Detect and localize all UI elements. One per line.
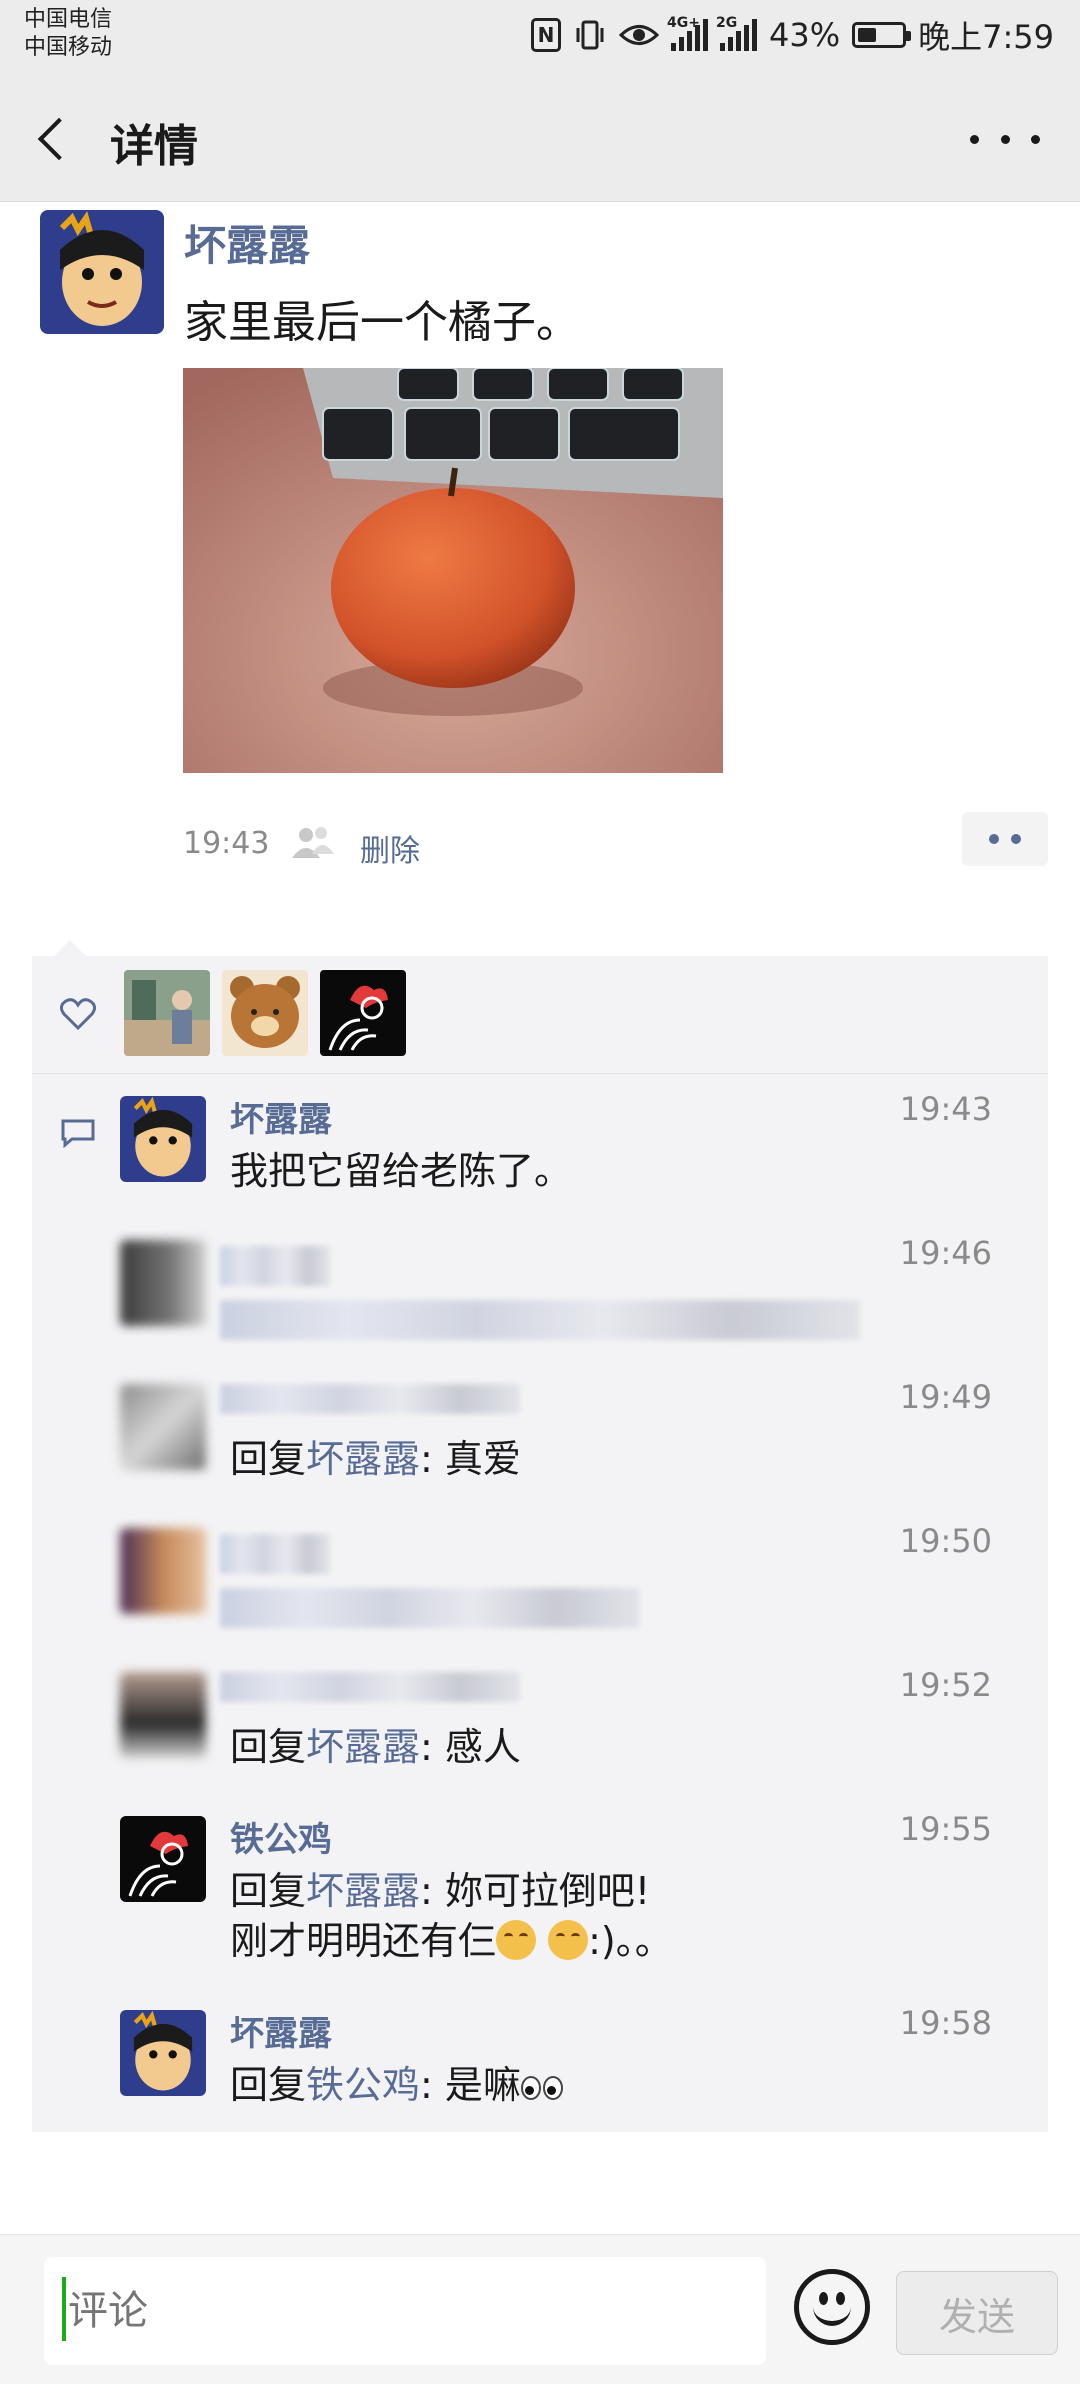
vibrate-icon	[573, 17, 607, 53]
commenter-avatar-blurred[interactable]	[120, 1672, 206, 1758]
battery-percent: 43%	[769, 16, 841, 54]
commenter-name[interactable]: 坏露露	[230, 2006, 332, 2055]
comment-time: 19:46	[899, 1234, 992, 1272]
comment-item-redacted[interactable]: 19:46	[120, 1234, 1020, 1350]
comment-item[interactable]: 19:49 回复坏露露: 真爱	[120, 1378, 1020, 1494]
commenter-avatar-blurred[interactable]	[120, 1528, 206, 1614]
reply-to-name[interactable]: 铁公鸡	[306, 2063, 420, 2107]
carrier-2: 中国移动	[24, 35, 113, 60]
status-bar: 中国电信 中国移动 N 4G+ 2G 43% 晚上7:59	[0, 0, 1080, 74]
eye-comfort-icon	[619, 17, 659, 53]
reply-to-name[interactable]: 坏露露	[306, 1725, 420, 1769]
visibility-friends-icon[interactable]	[290, 824, 336, 860]
blurred-name	[220, 1246, 330, 1286]
commenter-avatar-blurred[interactable]	[120, 1240, 206, 1326]
blurred-name	[220, 1672, 520, 1702]
comment-time: 19:58	[899, 2004, 992, 2042]
post-timestamp: 19:43	[183, 826, 270, 861]
comment-text: 回复坏露露: 妳可拉倒吧! 刚才明明还有仨 :)。。	[230, 1869, 673, 1963]
comment-input[interactable]	[44, 2257, 766, 2365]
blurred-text	[220, 1300, 860, 1340]
like-comment-menu-button[interactable]	[962, 812, 1048, 866]
comment-icon	[60, 1118, 96, 1149]
comment-time: 19:50	[899, 1522, 992, 1560]
blurred-name	[220, 1384, 520, 1414]
page-title: 详情	[110, 121, 198, 172]
post-text: 家里最后一个橘子。	[184, 297, 580, 348]
reply-to-name[interactable]: 坏露露	[306, 1437, 420, 1481]
commenter-avatar[interactable]	[120, 1096, 206, 1182]
smirk-emoji-icon	[496, 1920, 537, 1960]
blurred-text	[220, 1588, 640, 1628]
text-cursor	[62, 2277, 66, 2341]
comment-text: 我把它留给老陈了。	[230, 1149, 573, 1193]
comment-text: 回复坏露露: 真爱	[230, 1437, 521, 1481]
carrier-1: 中国电信	[24, 7, 113, 32]
comment-time: 19:43	[899, 1090, 992, 1128]
comment-item[interactable]: 铁公鸡 19:55 回复坏露露: 妳可拉倒吧! 刚才明明还有仨 :)。。	[120, 1810, 1020, 1976]
smirk-emoji-icon	[548, 1920, 589, 1960]
delete-button[interactable]: 删除	[360, 826, 420, 870]
comment-item[interactable]: 19:52 回复坏露露: 感人	[120, 1666, 1020, 1782]
send-button[interactable]: 发送	[896, 2271, 1058, 2355]
carrier-info: 中国电信 中国移动	[24, 6, 112, 62]
signal-2g-icon: 2G	[716, 15, 757, 51]
commenter-name[interactable]: 铁公鸡	[230, 1812, 332, 1861]
clock: 晚上7:59	[918, 18, 1054, 56]
comment-text: 回复坏露露: 感人	[230, 1725, 521, 1769]
likes-row	[32, 956, 1048, 1074]
post-author-name[interactable]: 坏露露	[184, 212, 310, 273]
status-icons: N 4G+ 2G 43% 晚上7:59	[531, 14, 1054, 56]
comment-time: 19:52	[899, 1666, 992, 1704]
comment-item[interactable]: 坏露露 19:58 回复铁公鸡: 是嘛	[120, 2004, 1020, 2120]
commenter-avatar-blurred[interactable]	[120, 1384, 206, 1470]
comment-input-bar: 发送	[0, 2234, 1080, 2384]
signal-4g-icon: 4G+	[667, 15, 708, 51]
panel-arrow	[54, 940, 86, 956]
back-button[interactable]	[24, 104, 84, 172]
comment-item[interactable]: 坏露露 19:43 我把它留给老陈了。	[120, 1090, 1020, 1206]
comment-time: 19:49	[899, 1378, 992, 1416]
commenter-avatar[interactable]	[120, 1816, 206, 1902]
reply-to-name[interactable]: 坏露露	[306, 1869, 420, 1913]
liker-avatar[interactable]	[124, 970, 210, 1056]
comment-time: 19:55	[899, 1810, 992, 1848]
eyes-emoji-icon	[520, 2072, 565, 2102]
commenter-avatar[interactable]	[120, 2010, 206, 2096]
heart-icon	[59, 998, 97, 1031]
author-avatar[interactable]	[40, 210, 164, 334]
nav-header: 详情	[0, 74, 1080, 202]
battery-icon	[852, 22, 912, 48]
liker-avatar[interactable]	[222, 970, 308, 1056]
post-photo[interactable]	[183, 368, 723, 773]
nfc-icon: N	[531, 18, 561, 52]
comment-text: 回复铁公鸡: 是嘛	[230, 2060, 565, 2110]
commenter-name[interactable]: 坏露露	[230, 1092, 332, 1141]
liker-avatar[interactable]	[320, 970, 406, 1056]
more-options-button[interactable]	[970, 114, 1040, 164]
blurred-name	[220, 1534, 330, 1574]
comment-item-redacted[interactable]: 19:50	[120, 1522, 1020, 1638]
emoji-picker-button[interactable]	[794, 2269, 870, 2345]
